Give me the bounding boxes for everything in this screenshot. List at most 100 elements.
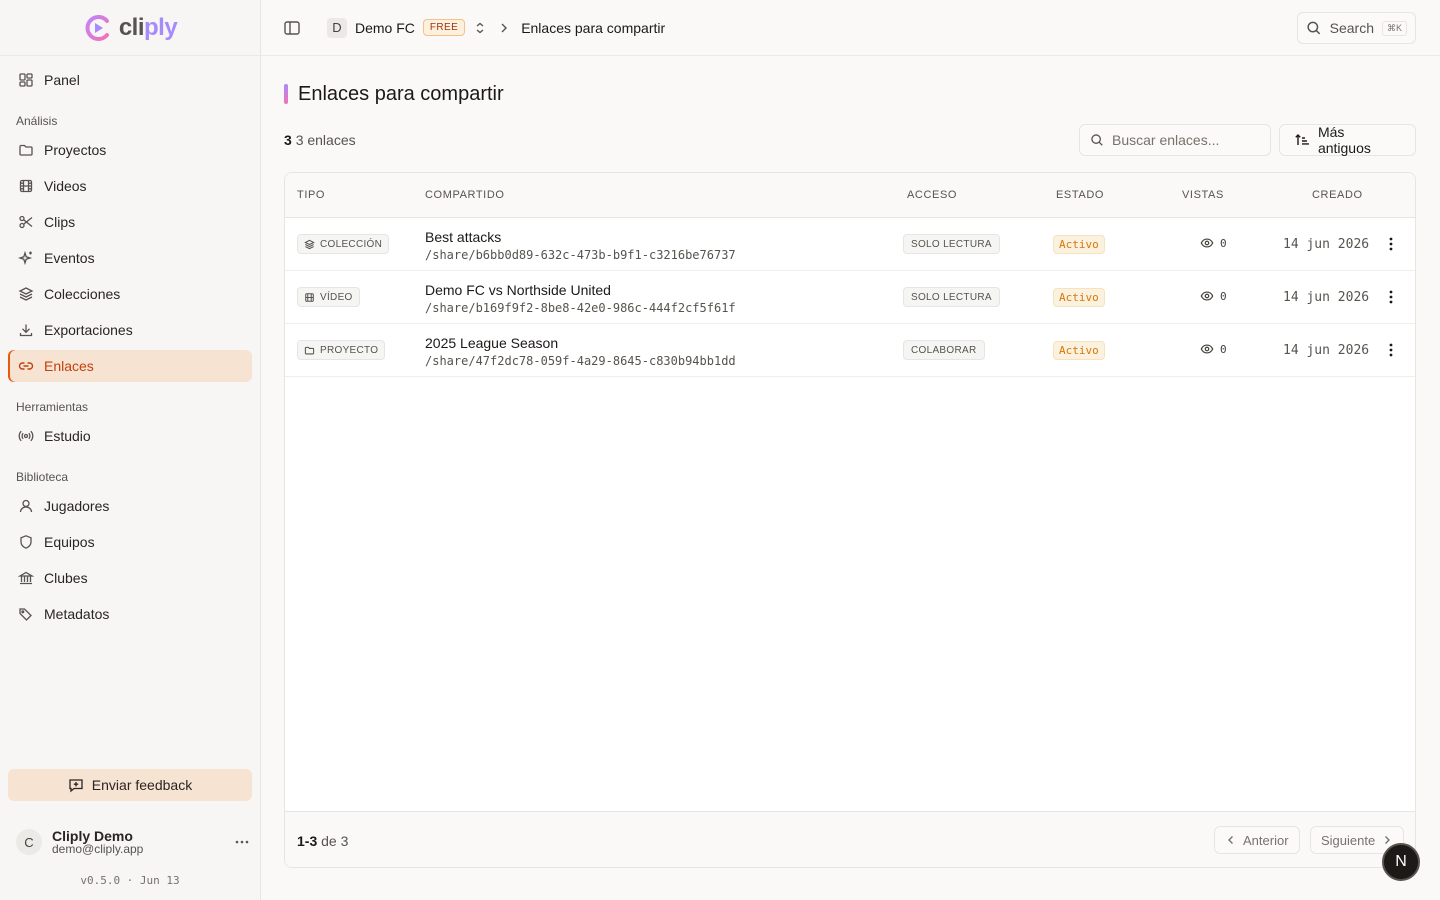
sidebar-item-panel[interactable]: Panel xyxy=(8,64,252,96)
sidebar-item-clubes[interactable]: Clubes xyxy=(8,562,252,594)
share-path[interactable]: /share/b169f9f2-8be8-42e0-986c-444f2cf5f… xyxy=(425,301,736,315)
type-label: COLECCIÓN xyxy=(320,238,383,250)
more-vertical-icon[interactable] xyxy=(1383,289,1399,305)
header-views[interactable]: VISTAS xyxy=(1182,189,1224,201)
header-shared[interactable]: COMPARTIDO xyxy=(425,189,505,201)
next-page-label: Siguiente xyxy=(1321,832,1376,848)
views-value: 0 xyxy=(1220,236,1227,250)
sidebar-item-metadatos[interactable]: Metadatos xyxy=(8,598,252,630)
header-created[interactable]: CREADO xyxy=(1312,189,1363,201)
app-version: v0.5.0 · Jun 13 xyxy=(80,874,180,887)
sidebar-item-clips[interactable]: Clips xyxy=(8,206,252,238)
links-search-input[interactable]: Buscar enlaces... xyxy=(1079,124,1271,156)
more-vertical-icon[interactable] xyxy=(1383,236,1399,252)
org-avatar: D xyxy=(327,17,347,38)
sidebar-item-equipos[interactable]: Equipos xyxy=(8,526,252,558)
sidebar-item-enlaces[interactable]: Enlaces xyxy=(8,350,252,382)
user-menu[interactable]: C Cliply Demo demo@cliply.app xyxy=(16,827,250,857)
search-icon xyxy=(1091,134,1103,146)
search-shortcut: ⌘K xyxy=(1381,20,1407,36)
header-status[interactable]: ESTADO xyxy=(1056,189,1104,201)
eye-icon xyxy=(1200,238,1214,248)
sidebar-item-label: Jugadores xyxy=(44,498,110,514)
sidebar-item-colecciones[interactable]: Colecciones xyxy=(8,278,252,310)
type-label: VÍDEO xyxy=(320,291,353,303)
views-value: 0 xyxy=(1220,342,1227,356)
film-icon xyxy=(19,179,33,193)
share-name[interactable]: Best attacks xyxy=(425,229,501,245)
table-row[interactable]: COLECCIÓN Best attacks /share/b6bb0d89-6… xyxy=(285,218,1415,271)
header-access[interactable]: ACCESO xyxy=(907,189,957,201)
sidebar-item-eventos[interactable]: Eventos xyxy=(8,242,252,274)
sidebar-item-label: Panel xyxy=(44,72,80,88)
share-name[interactable]: 2025 League Season xyxy=(425,335,558,351)
feedback-button[interactable]: Enviar feedback xyxy=(8,769,252,801)
folder-icon xyxy=(19,144,33,156)
sidebar-item-exportaciones[interactable]: Exportaciones xyxy=(8,314,252,346)
main-content: Enlaces para compartir 3 3 enlaces Busca… xyxy=(261,57,1440,900)
floating-action-button[interactable]: N xyxy=(1382,843,1420,881)
previous-page-button[interactable]: Anterior xyxy=(1214,826,1300,854)
eye-icon xyxy=(1200,291,1214,301)
topbar: D Demo FC FREE Enlaces para compartir Se… xyxy=(261,0,1440,56)
folder-icon xyxy=(304,346,315,354)
sidebar-item-label: Colecciones xyxy=(44,286,121,302)
views-count: 0 xyxy=(1200,289,1227,303)
dashboard-icon xyxy=(19,73,33,87)
more-horizontal-icon[interactable] xyxy=(234,834,250,850)
user-email: demo@cliply.app xyxy=(52,841,144,856)
header-type[interactable]: TIPO xyxy=(297,189,325,201)
sidebar-item-label: Estudio xyxy=(44,428,91,444)
more-vertical-icon[interactable] xyxy=(1383,342,1399,358)
sidebar-item-proyectos[interactable]: Proyectos xyxy=(8,134,252,166)
message-plus-icon xyxy=(69,779,83,793)
views-count: 0 xyxy=(1200,342,1227,356)
type-badge: COLECCIÓN xyxy=(297,234,390,254)
share-path[interactable]: /share/47f2dc78-059f-4a29-8645-c830b94bb… xyxy=(425,354,736,368)
sidebar-item-label: Eventos xyxy=(44,250,95,266)
share-name[interactable]: Demo FC vs Northside United xyxy=(425,282,611,298)
access-badge: SOLO LECTURA xyxy=(903,234,1000,254)
table-header: TIPO COMPARTIDO ACCESO ESTADO VISTAS CRE… xyxy=(285,173,1415,218)
eye-icon xyxy=(1200,344,1214,354)
sidebar-item-videos[interactable]: Videos xyxy=(8,170,252,202)
status-badge: Activo xyxy=(1053,235,1105,254)
created-date: 14 jun 2026 xyxy=(1283,343,1370,358)
user-name: Cliply Demo xyxy=(52,827,133,844)
type-badge: VÍDEO xyxy=(297,287,360,307)
sidebar-item-label: Clubes xyxy=(44,570,88,586)
layers-icon xyxy=(304,239,315,249)
sort-ascending-icon xyxy=(1295,134,1309,145)
global-search-button[interactable]: Search ⌘K xyxy=(1297,12,1416,44)
chevron-left-icon xyxy=(1228,836,1233,844)
sidebar-toggle-icon[interactable] xyxy=(283,19,301,37)
section-label-herramientas: Herramientas xyxy=(16,400,89,414)
breadcrumb-current: Enlaces para compartir xyxy=(521,19,666,36)
sidebar-item-label: Videos xyxy=(44,178,87,194)
section-label-biblioteca: Biblioteca xyxy=(16,470,69,484)
share-path[interactable]: /share/b6bb0d89-632c-473b-b9f1-c3216be76… xyxy=(425,248,736,262)
table-row[interactable]: VÍDEO Demo FC vs Northside United /share… xyxy=(285,271,1415,324)
title-accent-bar xyxy=(284,84,288,104)
pagination-range: 1-3 de 3 xyxy=(297,833,348,849)
sidebar-item-jugadores[interactable]: Jugadores xyxy=(8,490,252,522)
table-row[interactable]: PROYECTO 2025 League Season /share/47f2d… xyxy=(285,324,1415,377)
links-count-number: 3 xyxy=(284,132,292,148)
chevron-right-icon xyxy=(501,23,508,32)
link-icon xyxy=(18,362,34,370)
fab-label: N xyxy=(1395,853,1407,870)
logo[interactable]: cliply xyxy=(0,0,260,56)
status-badge: Activo xyxy=(1053,341,1105,360)
previous-page-label: Anterior xyxy=(1243,832,1289,848)
sort-button[interactable]: Más antiguos xyxy=(1279,124,1416,156)
film-icon xyxy=(305,292,314,302)
logo-text: cliply xyxy=(118,13,178,41)
pagination-total: de 3 xyxy=(321,833,349,849)
sidebar-item-estudio[interactable]: Estudio xyxy=(8,420,252,452)
links-count-text: 3 enlaces xyxy=(295,132,356,148)
org-switcher[interactable]: D Demo FC FREE xyxy=(327,17,487,38)
scissors-icon xyxy=(19,215,33,229)
chevrons-up-down-icon xyxy=(476,22,484,33)
sidebar-item-label: Metadatos xyxy=(44,606,110,622)
sidebar-item-label: Exportaciones xyxy=(44,322,133,338)
